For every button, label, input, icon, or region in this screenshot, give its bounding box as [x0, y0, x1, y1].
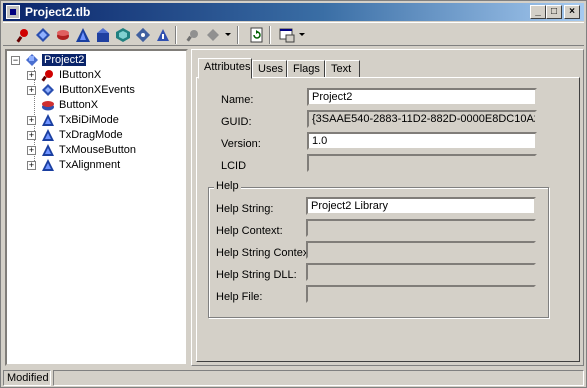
tree-item-label: ButtonX [59, 99, 99, 111]
expand-toggle[interactable]: + [27, 131, 36, 140]
status-bar: Modified [3, 369, 584, 387]
chevron-down-icon[interactable] [299, 33, 305, 36]
coclass-icon [41, 98, 55, 112]
tab-text[interactable]: Text [325, 60, 360, 78]
new-union-icon[interactable] [135, 27, 151, 43]
help-context-field[interactable] [306, 219, 536, 237]
help-group-title: Help [214, 180, 241, 192]
guid-field[interactable]: {3SAAE540-2883-11D2-882D-0000E8DC10A2} [307, 110, 537, 128]
tree-item-label: TxDragMode [59, 129, 123, 141]
expand-toggle[interactable]: + [27, 146, 36, 155]
toolbar [3, 22, 584, 46]
status-text: Modified [3, 370, 51, 386]
new-alias-icon[interactable] [155, 27, 171, 43]
help-string-context-field[interactable] [306, 241, 536, 259]
collapse-toggle[interactable]: − [11, 56, 20, 65]
enum-icon [41, 128, 55, 142]
tree-item-txmousebutton[interactable]: + TxMouseButton [27, 143, 177, 158]
guid-label: GUID: [221, 116, 252, 128]
dispinterface-icon [41, 83, 55, 97]
new-property-icon[interactable] [205, 27, 221, 43]
enum-icon [41, 143, 55, 157]
minimize-button[interactable]: _ [530, 5, 546, 19]
tree-root[interactable]: − Project2 [11, 53, 101, 68]
enum-icon [41, 113, 55, 127]
name-field[interactable]: Project2 [307, 88, 537, 106]
new-dispinterface-icon[interactable] [55, 27, 71, 43]
refresh-icon[interactable] [249, 27, 265, 43]
tab-attributes[interactable]: Attributes [198, 58, 252, 79]
tree-item-ibuttonxevents[interactable]: + IButtonXEvents [27, 83, 177, 98]
name-label: Name: [221, 94, 254, 106]
interface-icon [41, 68, 55, 82]
expand-toggle[interactable]: + [27, 116, 36, 125]
new-module-icon[interactable] [15, 27, 31, 43]
tree-item-ibuttonx[interactable]: + IButtonX [27, 68, 177, 83]
chevron-down-icon[interactable] [225, 33, 231, 36]
window-title: Project2.tlb [25, 5, 91, 19]
toolbar-separator [237, 26, 239, 44]
status-pane-empty [53, 370, 584, 386]
help-context-label: Help Context: [216, 225, 283, 237]
close-button[interactable]: × [564, 5, 580, 19]
new-record-icon[interactable] [115, 27, 131, 43]
version-label: Version: [221, 138, 261, 150]
maximize-button[interactable]: □ [546, 5, 562, 19]
help-string-field[interactable]: Project2 Library [306, 197, 536, 215]
expand-toggle[interactable]: + [27, 71, 36, 80]
new-enum-icon[interactable] [75, 27, 91, 43]
tree-item-label: IButtonX [59, 69, 102, 81]
tree-item-label: IButtonXEvents [59, 84, 135, 96]
export-icon[interactable] [279, 27, 295, 43]
type-library-tree[interactable]: − Project2 + IButtonX + IButtonXEvents B… [5, 49, 188, 366]
tab-flags[interactable]: Flags [287, 60, 325, 78]
new-method-icon[interactable] [185, 27, 201, 43]
help-file-label: Help File: [216, 291, 263, 303]
version-field[interactable]: 1.0 [307, 132, 537, 150]
tree-item-txdragmode[interactable]: + TxDragMode [27, 128, 177, 143]
expand-toggle[interactable]: + [27, 161, 36, 170]
new-coclass-icon[interactable] [95, 27, 111, 43]
tree-item-txalignment[interactable]: + TxAlignment [27, 158, 177, 173]
details-panel: Attributes Uses Flags Text Name: Project… [191, 49, 584, 366]
tree-item-buttonx[interactable]: ButtonX [27, 98, 177, 113]
toolbar-separator [269, 26, 271, 44]
help-string-context-label: Help String Context: [216, 247, 315, 259]
tab-uses[interactable]: Uses [252, 60, 287, 78]
enum-icon [41, 158, 55, 172]
tree-item-label: TxAlignment [59, 159, 121, 171]
library-icon [25, 53, 39, 67]
lcid-label: LCID [221, 160, 247, 172]
app-icon[interactable] [6, 5, 20, 19]
help-file-field[interactable] [306, 285, 536, 303]
help-string-dll-label: Help String DLL: [216, 269, 297, 281]
new-interface-icon[interactable] [35, 27, 51, 43]
toolbar-separator [175, 26, 177, 44]
tree-item-label: TxMouseButton [59, 144, 137, 156]
tree-item-label: TxBiDiMode [59, 114, 119, 126]
lcid-field[interactable] [307, 154, 537, 172]
title-bar[interactable]: Project2.tlb _ □ × [3, 3, 584, 21]
help-string-label: Help String: [216, 203, 274, 215]
help-string-dll-field[interactable] [306, 263, 536, 281]
tree-root-label: Project2 [42, 54, 87, 66]
tree-item-txbidimode[interactable]: + TxBiDiMode [27, 113, 177, 128]
main-window: Project2.tlb _ □ × − Project2 + IButtonX… [0, 0, 587, 388]
expand-toggle[interactable]: + [27, 86, 36, 95]
